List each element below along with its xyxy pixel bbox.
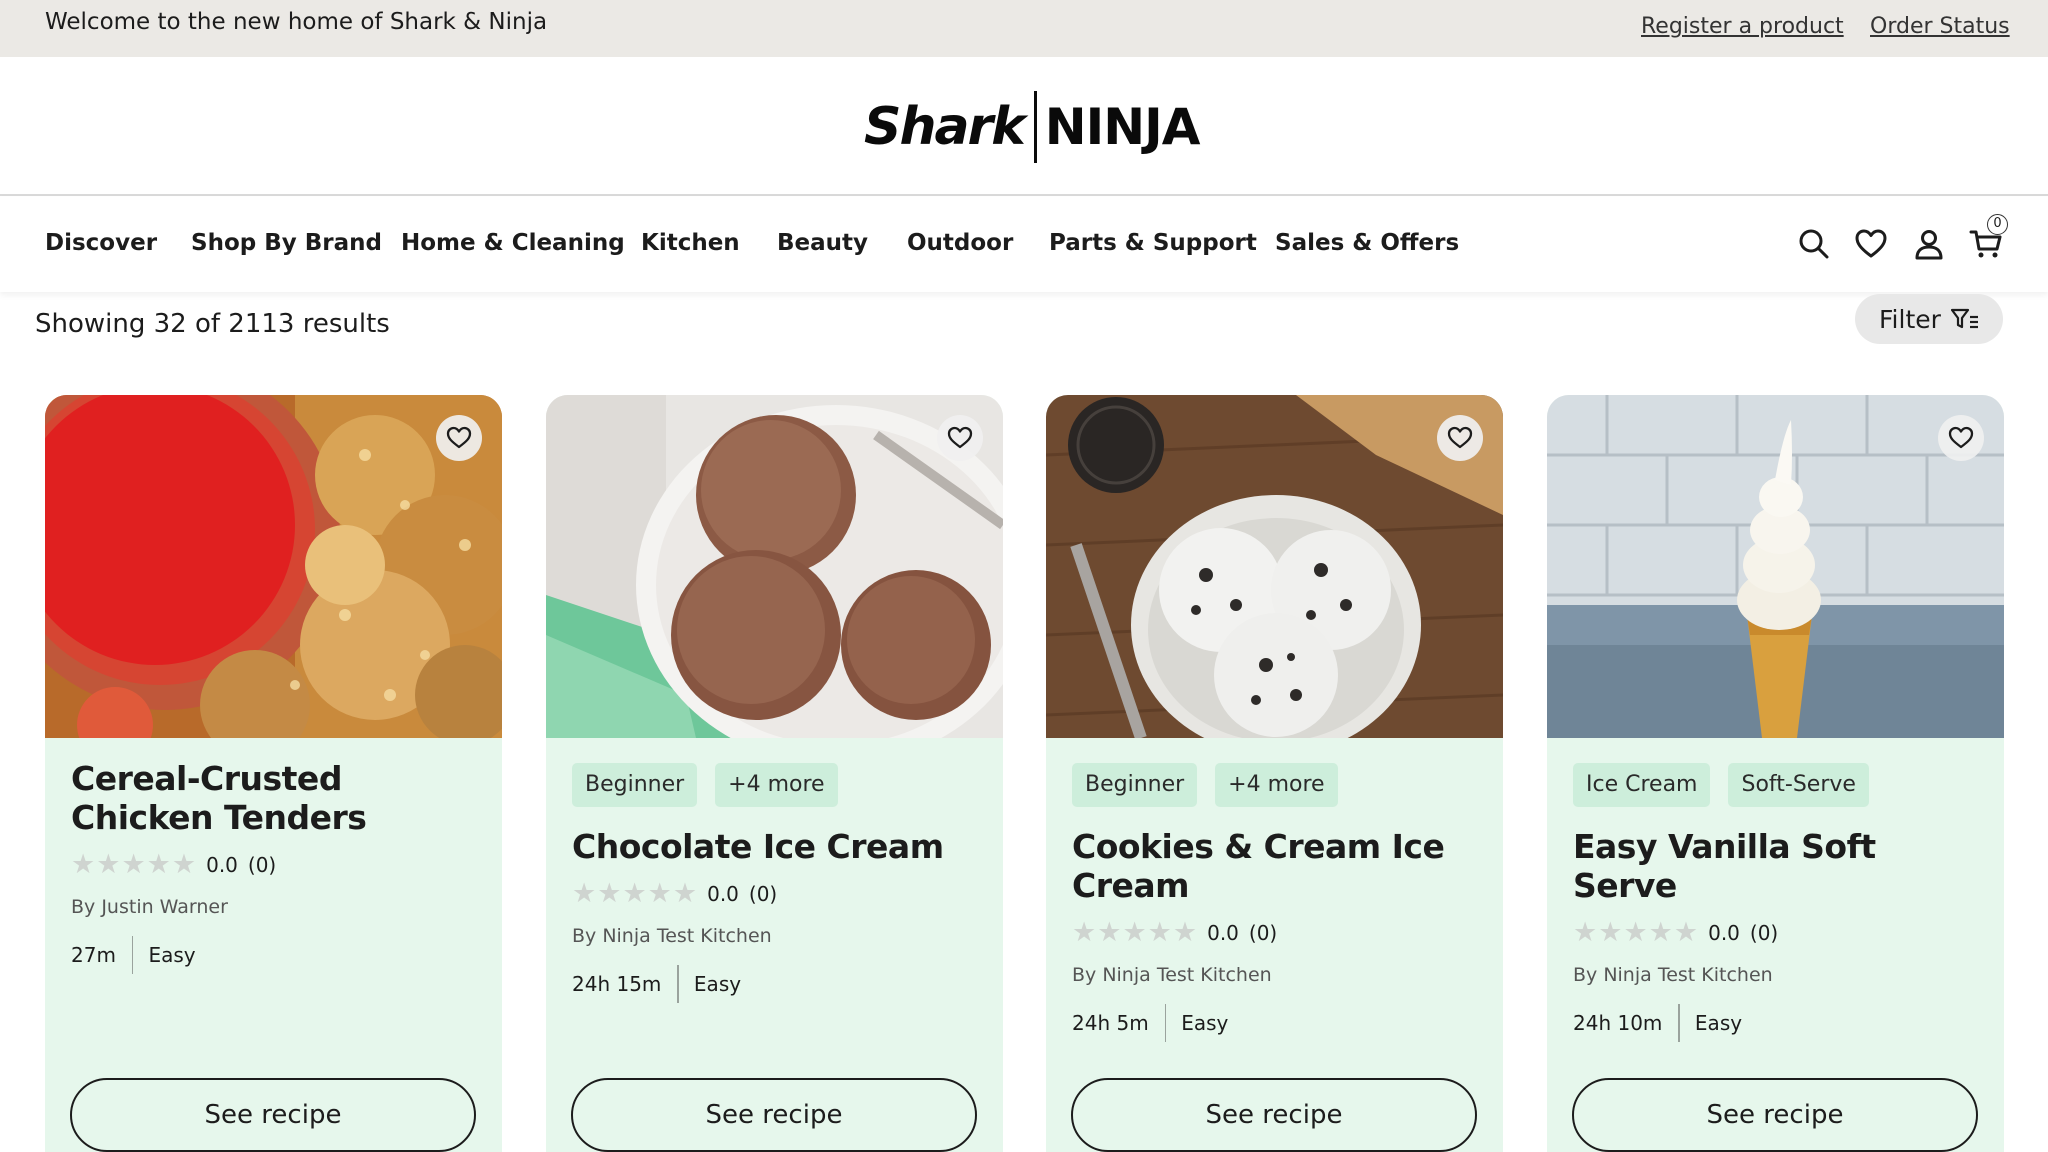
recipe-time: 24h 10m bbox=[1573, 1011, 1663, 1035]
order-status-link[interactable]: Order Status bbox=[1870, 14, 2010, 39]
recipe-difficulty: Easy bbox=[148, 943, 196, 967]
recipe-card[interactable]: Beginner +4 more Cookies & Cream Ice Cre… bbox=[1046, 395, 1503, 1152]
recipe-title[interactable]: Easy Vanilla Soft Serve bbox=[1573, 827, 1978, 905]
see-recipe-button[interactable]: See recipe bbox=[1071, 1078, 1477, 1152]
recipe-meta: 27m Easy bbox=[71, 936, 476, 974]
recipe-card[interactable]: Beginner +4 more Chocolate Ice Cream ★ ★ ★… bbox=[546, 395, 1003, 1152]
rating-score: 0.0 bbox=[707, 881, 739, 906]
recipe-image-vanilla-soft-serve[interactable] bbox=[1547, 395, 2004, 738]
cart-count-badge: 0 bbox=[1987, 214, 2008, 235]
recipe-time: 24h 5m bbox=[1072, 1011, 1149, 1035]
favorite-heart-icon[interactable] bbox=[436, 415, 482, 461]
recipe-meta: 24h 5m Easy bbox=[1072, 1004, 1477, 1042]
sharkninja-logo[interactable]: Shark NINJA bbox=[864, 89, 1201, 165]
search-icon[interactable] bbox=[1797, 227, 1831, 261]
see-recipe-button[interactable]: See recipe bbox=[1572, 1078, 1978, 1152]
filter-button[interactable]: Filter bbox=[1855, 294, 2003, 344]
rating-count: (0) bbox=[1248, 920, 1278, 945]
announcement-bar: Welcome to the new home of Shark & Ninja… bbox=[0, 0, 2048, 57]
register-product-link[interactable]: Register a product bbox=[1641, 14, 1844, 39]
rating-stars-icon: ★ ★ ★ ★ ★ bbox=[1573, 917, 1699, 948]
nav-item-beauty[interactable]: Beauty bbox=[777, 230, 868, 256]
rating-score: 0.0 bbox=[1207, 920, 1239, 945]
recipe-tag[interactable]: Soft-Serve bbox=[1728, 763, 1869, 807]
see-recipe-button[interactable]: See recipe bbox=[571, 1078, 977, 1152]
filter-icon bbox=[1950, 308, 1978, 329]
recipe-tag[interactable]: Beginner bbox=[572, 763, 698, 807]
recipe-meta: 24h 10m Easy bbox=[1573, 1004, 1978, 1042]
recipe-author: By Ninja Test Kitchen bbox=[572, 925, 772, 947]
rating-count: (0) bbox=[1749, 920, 1779, 945]
recipe-image-cookies-cream[interactable] bbox=[1046, 395, 1503, 738]
rating-stars-icon: ★ ★ ★ ★ ★ bbox=[71, 849, 197, 880]
logo-divider bbox=[1033, 91, 1037, 163]
rating-score: 0.0 bbox=[1708, 920, 1740, 945]
logo-shark-text: Shark bbox=[864, 97, 1026, 157]
recipe-image-chocolate-ice-cream[interactable] bbox=[546, 395, 1003, 738]
rating-stars-icon: ★ ★ ★ ★ ★ bbox=[1072, 917, 1198, 948]
recipe-tags: Ice Cream Soft-Serve bbox=[1573, 763, 1978, 807]
rating-score: 0.0 bbox=[206, 852, 238, 877]
recipe-author: By Ninja Test Kitchen bbox=[1573, 964, 1773, 986]
rating-stars-icon: ★ ★ ★ ★ ★ bbox=[572, 878, 698, 909]
wishlist-heart-icon[interactable] bbox=[1854, 227, 1888, 261]
recipe-rating: ★ ★ ★ ★ ★ 0.0 (0) bbox=[1573, 919, 1978, 946]
meta-divider bbox=[131, 936, 134, 974]
favorite-heart-icon[interactable] bbox=[937, 415, 983, 461]
header-logo-area: Shark NINJA bbox=[0, 57, 2048, 196]
logo-ninja-text: NINJA bbox=[1044, 98, 1201, 156]
recipe-time: 27m bbox=[71, 943, 116, 967]
results-count: Showing 32 of 2113 results bbox=[35, 309, 390, 339]
nav-item-kitchen[interactable]: Kitchen bbox=[641, 230, 740, 256]
nav-item-home-cleaning[interactable]: Home & Cleaning bbox=[401, 230, 625, 256]
recipe-tags: Beginner +4 more bbox=[572, 763, 977, 807]
recipe-tag[interactable]: Ice Cream bbox=[1573, 763, 1711, 807]
more-tags-badge[interactable]: +4 more bbox=[1215, 763, 1338, 807]
more-tags-badge[interactable]: +4 more bbox=[715, 763, 838, 807]
recipe-title[interactable]: Chocolate Ice Cream bbox=[572, 827, 977, 866]
nav-item-shop-by-brand[interactable]: Shop By Brand bbox=[191, 230, 382, 256]
see-recipe-button[interactable]: See recipe bbox=[70, 1078, 476, 1152]
recipe-difficulty: Easy bbox=[1181, 1011, 1229, 1035]
recipe-rating: ★ ★ ★ ★ ★ 0.0 (0) bbox=[71, 851, 476, 878]
recipe-title[interactable]: Cereal-Crusted Chicken Tenders bbox=[71, 759, 476, 837]
nav-item-discover[interactable]: Discover bbox=[45, 230, 157, 256]
recipe-rating: ★ ★ ★ ★ ★ 0.0 (0) bbox=[572, 880, 977, 907]
recipe-tag[interactable]: Beginner bbox=[1072, 763, 1198, 807]
recipe-title[interactable]: Cookies & Cream Ice Cream bbox=[1072, 827, 1477, 905]
recipe-card[interactable]: Ice Cream Soft-Serve Easy Vanilla Soft S… bbox=[1547, 395, 2004, 1152]
recipe-tags: Beginner +4 more bbox=[1072, 763, 1477, 807]
filter-label: Filter bbox=[1879, 304, 1941, 334]
recipe-difficulty: Easy bbox=[1694, 1011, 1743, 1035]
nav-item-outdoor[interactable]: Outdoor bbox=[907, 230, 1013, 256]
main-navigation: Discover Shop By Brand Home & Cleaning K… bbox=[0, 197, 2048, 292]
recipe-time: 24h 15m bbox=[572, 972, 662, 996]
recipe-image-chicken-tenders[interactable] bbox=[45, 395, 502, 738]
favorite-heart-icon[interactable] bbox=[1437, 415, 1483, 461]
recipe-difficulty: Easy bbox=[693, 972, 742, 996]
nav-item-parts-support[interactable]: Parts & Support bbox=[1049, 230, 1257, 256]
meta-divider bbox=[1164, 1004, 1167, 1042]
welcome-message: Welcome to the new home of Shark & Ninja bbox=[45, 9, 548, 35]
recipe-meta: 24h 15m Easy bbox=[572, 965, 977, 1003]
nav-item-sales-offers[interactable]: Sales & Offers bbox=[1275, 230, 1459, 256]
favorite-heart-icon[interactable] bbox=[1938, 415, 1984, 461]
account-user-icon[interactable] bbox=[1912, 227, 1946, 261]
recipe-card[interactable]: Cereal-Crusted Chicken Tenders ★ ★ ★ ★ ★ 0.0… bbox=[45, 395, 502, 1152]
rating-count: (0) bbox=[247, 852, 277, 877]
meta-divider bbox=[677, 965, 679, 1003]
meta-divider bbox=[1678, 1004, 1680, 1042]
rating-count: (0) bbox=[748, 881, 778, 906]
recipe-author: By Ninja Test Kitchen bbox=[1072, 964, 1272, 986]
recipe-author: By Justin Warner bbox=[71, 896, 228, 918]
recipe-rating: ★ ★ ★ ★ ★ 0.0 (0) bbox=[1072, 919, 1477, 946]
